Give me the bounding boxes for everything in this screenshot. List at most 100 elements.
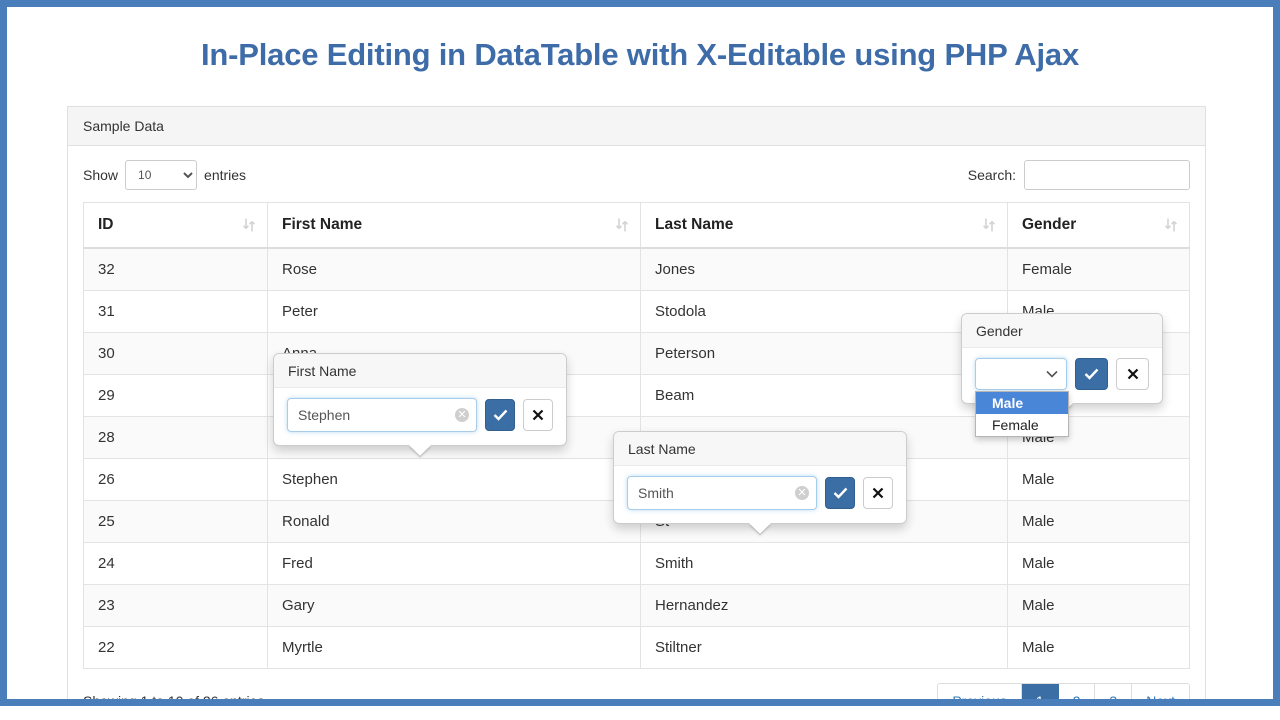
cell-id: 29: [84, 375, 268, 417]
clear-circle-icon[interactable]: ✕: [795, 486, 809, 500]
submit-button[interactable]: [825, 477, 855, 509]
sort-both-icon: [242, 218, 256, 233]
datatable-controls: Show 10 entries Search:: [83, 160, 1190, 190]
entries-per-page-select[interactable]: 10: [125, 160, 197, 190]
cell-id: 24: [84, 543, 268, 585]
popover-arrow: [409, 445, 431, 456]
column-label-id: ID: [98, 216, 114, 233]
cell-last-name[interactable]: Jones: [641, 248, 1008, 291]
popover-arrow: [749, 523, 771, 534]
cell-first-name[interactable]: Rose: [268, 248, 641, 291]
table-row: 23 Gary Hernandez Male: [84, 585, 1190, 627]
page-content: In-Place Editing in DataTable with X-Edi…: [7, 7, 1273, 699]
first-name-input[interactable]: [287, 398, 477, 432]
cell-first-name[interactable]: Fred: [268, 543, 641, 585]
cell-id: 31: [84, 291, 268, 333]
cell-last-name[interactable]: Peterson: [641, 333, 1008, 375]
gender-option-list: Male Female: [975, 391, 1069, 437]
page-title: In-Place Editing in DataTable with X-Edi…: [7, 7, 1273, 73]
cell-last-name[interactable]: Beam: [641, 375, 1008, 417]
cancel-button[interactable]: [863, 477, 893, 509]
pagination-page-3[interactable]: 3: [1095, 684, 1132, 699]
cell-id: 26: [84, 459, 268, 501]
gender-editor-popover: Gender Male Female: [961, 313, 1163, 404]
pagination-page-1[interactable]: 1: [1022, 684, 1059, 699]
cell-first-name[interactable]: Ronald: [268, 501, 641, 543]
first-name-input-wrap: ✕: [287, 398, 477, 432]
last-name-editor-popover: Last Name ✕: [613, 431, 907, 524]
cell-last-name[interactable]: Stiltner: [641, 627, 1008, 669]
cancel-button[interactable]: [1116, 358, 1149, 390]
column-header-first-name[interactable]: First Name: [268, 203, 641, 249]
column-header-id[interactable]: ID: [84, 203, 268, 249]
cell-last-name[interactable]: Smith: [641, 543, 1008, 585]
popover-title: Last Name: [614, 432, 906, 466]
window-frame-right: [1273, 0, 1280, 706]
gender-option-male[interactable]: Male: [976, 392, 1068, 414]
show-label: Show: [83, 167, 118, 183]
cancel-button[interactable]: [523, 399, 553, 431]
cell-gender[interactable]: Male: [1008, 501, 1190, 543]
entries-info: Showing 1 to 10 of 26 entries: [83, 693, 264, 699]
submit-button[interactable]: [1075, 358, 1108, 390]
cell-first-name[interactable]: Gary: [268, 585, 641, 627]
check-icon: [1084, 368, 1099, 380]
submit-button[interactable]: [485, 399, 515, 431]
cell-last-name[interactable]: Hernandez: [641, 585, 1008, 627]
pagination-page-2[interactable]: 2: [1059, 684, 1096, 699]
table-header-row: ID First Name: [84, 203, 1190, 249]
cell-gender[interactable]: Male: [1008, 627, 1190, 669]
popover-title: Gender: [962, 314, 1162, 348]
screen: In-Place Editing in DataTable with X-Edi…: [0, 0, 1280, 720]
pagination: Previous 1 2 3 Next: [937, 683, 1190, 699]
cell-first-name[interactable]: Stephen: [268, 459, 641, 501]
popover-body: ✕: [614, 466, 906, 523]
table-row: 32 Rose Jones Female: [84, 248, 1190, 291]
cell-last-name[interactable]: Stodola: [641, 291, 1008, 333]
sort-both-icon: [615, 218, 629, 233]
cell-gender[interactable]: Female: [1008, 248, 1190, 291]
cell-id: 23: [84, 585, 268, 627]
gender-option-female[interactable]: Female: [976, 414, 1068, 436]
window-frame-left: [0, 0, 7, 706]
cell-id: 32: [84, 248, 268, 291]
cell-id: 30: [84, 333, 268, 375]
close-icon: [532, 409, 544, 421]
cell-first-name[interactable]: Myrtle: [268, 627, 641, 669]
column-label-gender: Gender: [1022, 216, 1076, 233]
cell-id: 25: [84, 501, 268, 543]
sort-both-icon: [1164, 218, 1178, 233]
pagination-next[interactable]: Next: [1132, 684, 1189, 699]
cell-gender[interactable]: Male: [1008, 585, 1190, 627]
column-label-last-name: Last Name: [655, 216, 733, 233]
datatable-footer: Showing 1 to 10 of 26 entries Previous 1…: [83, 683, 1190, 699]
close-icon: [1127, 368, 1139, 380]
search-control: Search:: [968, 160, 1190, 190]
gender-select[interactable]: [975, 358, 1067, 390]
search-input[interactable]: [1024, 160, 1190, 190]
chevron-down-icon: [1046, 370, 1058, 378]
column-label-first-name: First Name: [282, 216, 362, 233]
clear-circle-icon[interactable]: ✕: [455, 408, 469, 422]
column-header-gender[interactable]: Gender: [1008, 203, 1190, 249]
cell-id: 22: [84, 627, 268, 669]
sort-both-icon: [982, 218, 996, 233]
table-head: ID First Name: [84, 203, 1190, 249]
cell-gender[interactable]: Male: [1008, 543, 1190, 585]
length-control: Show 10 entries: [83, 160, 246, 190]
column-header-last-name[interactable]: Last Name: [641, 203, 1008, 249]
cell-first-name[interactable]: Peter: [268, 291, 641, 333]
table-row: 24 Fred Smith Male: [84, 543, 1190, 585]
popover-body: ✕: [274, 388, 566, 445]
last-name-input[interactable]: [627, 476, 817, 510]
popover-body: Male Female: [962, 348, 1162, 403]
check-icon: [493, 409, 508, 421]
window-frame-top: [0, 0, 1280, 7]
check-icon: [833, 487, 848, 499]
gender-select-wrap: Male Female: [975, 358, 1067, 390]
panel-heading: Sample Data: [68, 107, 1205, 146]
entries-label: entries: [204, 167, 246, 183]
close-icon: [872, 487, 884, 499]
cell-gender[interactable]: Male: [1008, 459, 1190, 501]
pagination-previous[interactable]: Previous: [938, 684, 1021, 699]
